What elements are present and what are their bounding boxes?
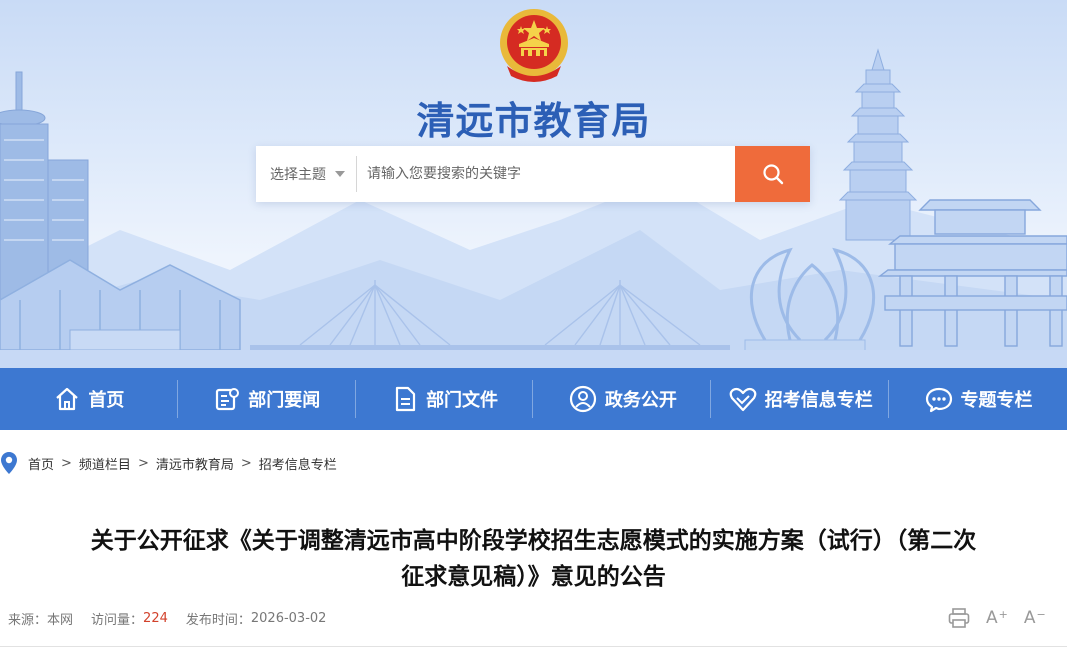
chat-icon: [925, 387, 952, 413]
breadcrumb-bureau[interactable]: 清远市教育局: [156, 454, 234, 473]
site-title: 清远市教育局: [416, 99, 651, 143]
breadcrumb-separator: >: [240, 455, 252, 471]
article-title-line2: 征求意见稿）》意见的公告: [401, 564, 666, 590]
source-value: 本网: [47, 612, 74, 628]
breadcrumb-separator: >: [137, 455, 149, 471]
search-icon: [762, 164, 783, 185]
font-smaller-button[interactable]: A −: [1024, 608, 1046, 628]
search-button[interactable]: [735, 146, 810, 202]
chevron-down-icon: [335, 171, 345, 177]
search-bar: 选择主题: [256, 146, 810, 202]
print-icon: [948, 608, 970, 628]
nav-item-label: 专题专栏: [960, 390, 1033, 411]
plus-icon: +: [998, 608, 1008, 621]
national-emblem-icon: [500, 9, 568, 82]
source-label: 来源：: [8, 612, 48, 628]
nav-item-label: 政务公开: [604, 390, 677, 411]
news-icon: [216, 388, 240, 411]
meta-divider: [0, 646, 1067, 647]
nav-item-news[interactable]: 部门要闻: [178, 368, 356, 430]
topic-select[interactable]: 选择主题: [256, 156, 357, 192]
minus-icon: −: [1036, 608, 1046, 621]
breadcrumb-home[interactable]: 首页: [28, 454, 54, 473]
font-larger-button[interactable]: A +: [986, 608, 1008, 628]
font-larger-letter: A: [986, 608, 998, 628]
location-pin-icon: [1, 452, 17, 474]
publish-date: 2026-03-02: [250, 610, 327, 626]
font-smaller-letter: A: [1023, 608, 1036, 628]
heart-icon: [729, 387, 757, 412]
header-banner: 清远市教育局 选择主题: [0, 0, 1067, 368]
views-label: 访问量：: [91, 612, 144, 628]
nav-item-label: 部门要闻: [248, 390, 321, 411]
breadcrumb: 首页 > 频道栏目 > 清远市教育局 > 招考信息专栏: [0, 448, 337, 478]
nav-item-home[interactable]: 首页: [0, 368, 178, 430]
main-nav: 首页 部门要闻 部门文件 政务公开 招考信息专栏 专题专栏: [0, 368, 1067, 430]
nav-item-label: 招考信息专栏: [764, 390, 873, 411]
home-icon: [56, 387, 79, 411]
search-input[interactable]: [357, 146, 735, 202]
nav-item-special-topics[interactable]: 专题专栏: [889, 368, 1067, 430]
nav-item-label: 首页: [88, 390, 125, 411]
breadcrumb-separator: >: [61, 455, 72, 471]
date-label: 发布时间：: [185, 612, 251, 628]
nav-item-recruitment[interactable]: 招考信息专栏: [711, 368, 889, 430]
breadcrumb-channel[interactable]: 频道栏目: [79, 454, 131, 473]
article-title: 关于公开征求《关于调整清远市高中阶段学校招生志愿模式的实施方案（试行）（第二次 …: [0, 523, 1067, 595]
nav-item-label: 部门文件: [426, 390, 499, 411]
views-count: 224: [143, 610, 168, 626]
nav-item-documents[interactable]: 部门文件: [356, 368, 534, 430]
topic-select-label: 选择主题: [270, 167, 326, 183]
article-title-line1: 关于公开征求《关于调整清远市高中阶段学校招生志愿模式的实施方案（试行）（第二次: [90, 528, 977, 554]
breadcrumb-recruitment[interactable]: 招考信息专栏: [259, 454, 337, 473]
article-meta: 来源： 本网 访问量： 224 发布时间： 2026-03-02: [8, 608, 326, 628]
article-tools: A + A −: [948, 604, 1046, 632]
document-icon: [395, 386, 416, 412]
print-button[interactable]: [948, 608, 970, 628]
user-circle-icon: [569, 385, 596, 413]
nav-item-government-affairs[interactable]: 政务公开: [533, 368, 712, 430]
